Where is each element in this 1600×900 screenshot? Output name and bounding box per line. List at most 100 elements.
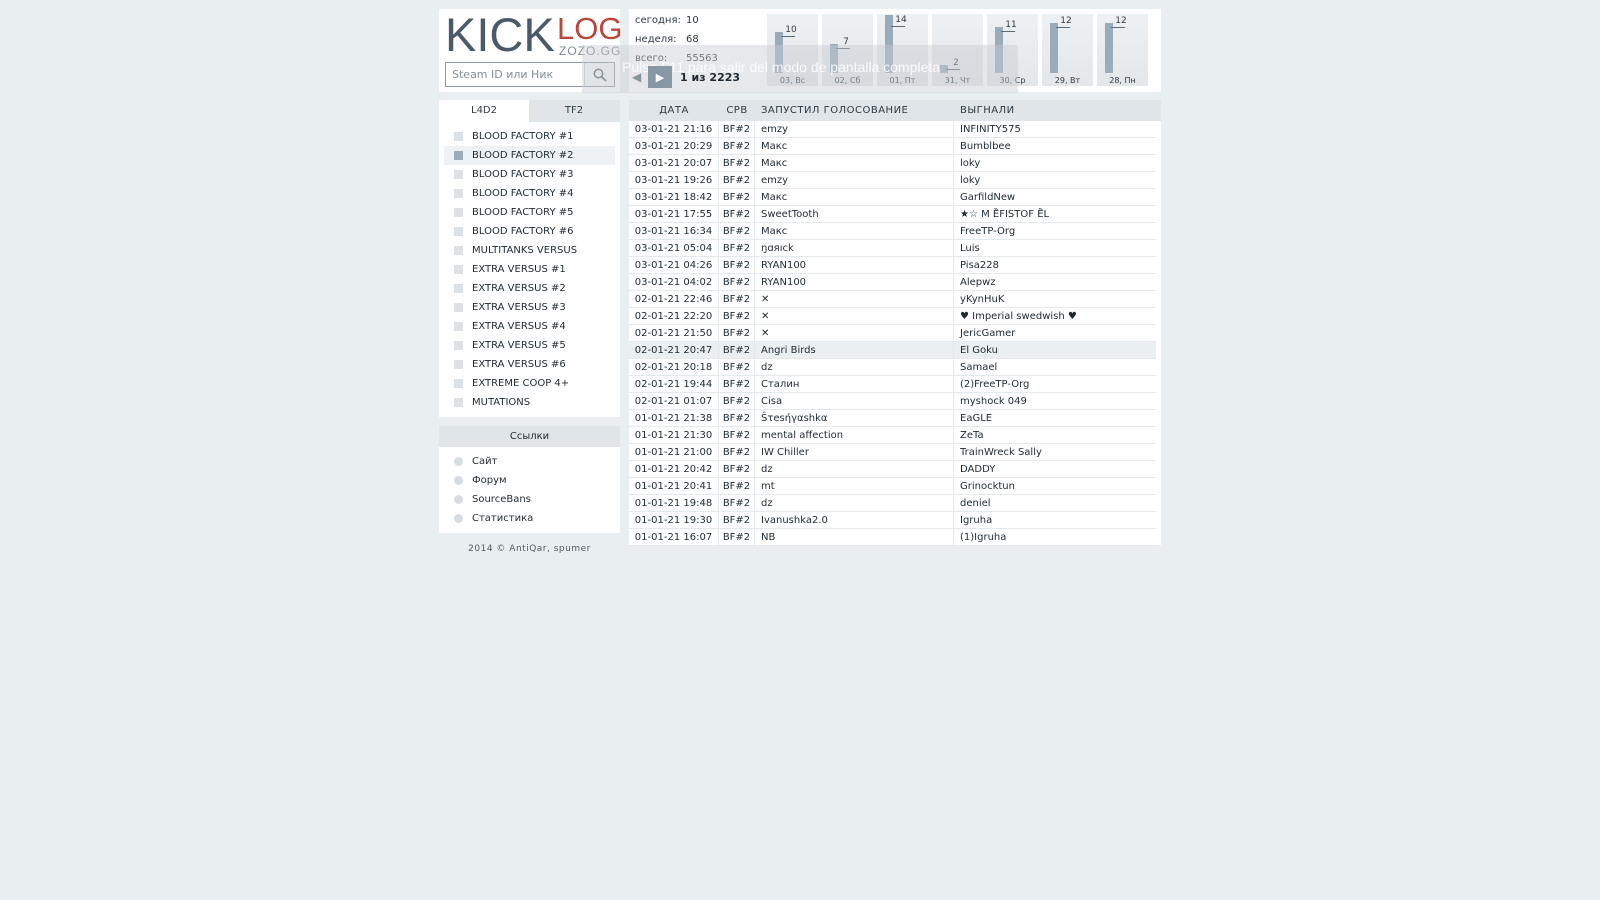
prev-icon[interactable]: ◀ [632,70,648,84]
cell-initiator[interactable]: Ŝτesήγαshkα [755,410,954,426]
table-row[interactable]: 02-01-21 20:18 BF#2 dz Samael [629,359,1156,376]
table-row[interactable]: 02-01-21 01:07 BF#2 Cisa myshock 049 [629,393,1156,410]
cell-initiator[interactable]: SweetTooth [755,206,954,222]
cell-initiator[interactable]: dz [755,359,954,375]
cell-kicked[interactable]: EaGLE [954,410,1154,426]
cell-initiator[interactable]: dz [755,495,954,511]
link-item[interactable]: SourceBans [439,490,620,509]
cell-kicked[interactable]: Grinocktun [954,478,1154,494]
cell-kicked[interactable]: deniel [954,495,1154,511]
table-row[interactable]: 02-01-21 21:50 BF#2 ✕ JericGamer [629,325,1156,342]
cell-initiator[interactable]: emzy [755,172,954,188]
cell-kicked[interactable]: Samael [954,359,1154,375]
table-row[interactable]: 03-01-21 20:29 BF#2 Макс Bumblbee [629,138,1156,155]
table-row[interactable]: 03-01-21 20:07 BF#2 Макс loky [629,155,1156,172]
table-row[interactable]: 02-01-21 19:44 BF#2 Сталин (2)FreeTP-Org [629,376,1156,393]
cell-initiator[interactable]: Сталин [755,376,954,392]
sidebar-item-server[interactable]: EXTRA VERSUS #2 [444,279,615,298]
col-kicked[interactable]: ВЫГНАЛИ [954,100,1154,121]
sidebar-item-server[interactable]: BLOOD FACTORY #3 [444,165,615,184]
cell-initiator[interactable]: Макс [755,138,954,154]
cell-kicked[interactable]: Bumblbee [954,138,1154,154]
sidebar-item-server[interactable]: EXTRA VERSUS #6 [444,355,615,374]
cell-kicked[interactable]: myshock 049 [954,393,1154,409]
cell-initiator[interactable]: Макс [755,155,954,171]
sidebar-item-server[interactable]: BLOOD FACTORY #6 [444,222,615,241]
cell-kicked[interactable]: El Goku [954,342,1154,358]
sidebar-item-server[interactable]: MUTATIONS [444,393,615,412]
cell-initiator[interactable]: Cisa [755,393,954,409]
cell-kicked[interactable]: loky [954,172,1154,188]
link-item[interactable]: Форум [439,471,620,490]
cell-initiator[interactable]: Макс [755,223,954,239]
cell-initiator[interactable]: ✕ [755,291,954,307]
cell-kicked[interactable]: Igruha [954,512,1154,528]
table-row[interactable]: 03-01-21 16:34 BF#2 Макс FreeTP-Org [629,223,1156,240]
cell-kicked[interactable]: Luis [954,240,1154,256]
cell-kicked[interactable]: ★☆ Μ Ȅ̈FISTOF Ȅ̈L [954,206,1154,222]
cell-initiator[interactable]: RYAN100 [755,274,954,290]
col-date[interactable]: ДАТА [629,100,719,121]
table-row[interactable]: 01-01-21 21:30 BF#2 mental affection ZeTa [629,427,1156,444]
cell-initiator[interactable]: Макс [755,189,954,205]
cell-kicked[interactable]: GarfildNew [954,189,1154,205]
cell-initiator[interactable]: mental affection [755,427,954,443]
table-row[interactable]: 01-01-21 16:07 BF#2 NB (1)Igruha [629,529,1156,546]
cell-kicked[interactable]: Pisa228 [954,257,1154,273]
sidebar-item-server[interactable]: BLOOD FACTORY #1 [444,127,615,146]
table-row[interactable]: 01-01-21 20:41 BF#2 mt Grinocktun [629,478,1156,495]
table-row[interactable]: 03-01-21 04:26 BF#2 RYAN100 Pisa228 [629,257,1156,274]
cell-kicked[interactable]: FreeTP-Org [954,223,1154,239]
table-row[interactable]: 01-01-21 19:48 BF#2 dz deniel [629,495,1156,512]
sidebar-item-server[interactable]: EXTREME COOP 4+ [444,374,615,393]
link-item[interactable]: Статистика [439,509,620,528]
cell-initiator[interactable]: RYAN100 [755,257,954,273]
table-row[interactable]: 02-01-21 22:46 BF#2 ✕ yKynHuK [629,291,1156,308]
link-item[interactable]: Сайт [439,452,620,471]
table-row[interactable]: 03-01-21 21:16 BF#2 emzy INFINITY575 [629,121,1156,138]
cell-initiator[interactable]: NB [755,529,954,545]
sidebar-item-server[interactable]: MULTITANKS VERSUS [444,241,615,260]
search-input[interactable] [446,63,584,86]
cell-initiator[interactable]: Angri Birds [755,342,954,358]
cell-kicked[interactable]: ♥ Imperial swedwish ♥ [954,308,1154,324]
sidebar-item-server[interactable]: BLOOD FACTORY #5 [444,203,615,222]
cell-initiator[interactable]: ✕ [755,308,954,324]
tab-l4d2[interactable]: L4D2 [439,100,529,122]
sidebar-item-server[interactable]: EXTRA VERSUS #4 [444,317,615,336]
cell-kicked[interactable]: TrainWreck Sally [954,444,1154,460]
tab-tf2[interactable]: TF2 [529,100,619,122]
play-button[interactable]: ▶ [648,66,672,88]
sidebar-item-server[interactable]: EXTRA VERSUS #5 [444,336,615,355]
sidebar-item-server[interactable]: BLOOD FACTORY #2 [444,146,615,165]
table-row[interactable]: 03-01-21 05:04 BF#2 ŋɑяıck Luis [629,240,1156,257]
table-row[interactable]: 01-01-21 21:00 BF#2 IW Chiller TrainWreck S… [629,444,1156,461]
cell-kicked[interactable]: JericGamer [954,325,1154,341]
cell-kicked[interactable]: loky [954,155,1154,171]
table-row[interactable]: 01-01-21 19:30 BF#2 Ivanushka2.0 Igruha [629,512,1156,529]
cell-kicked[interactable]: Alepwz [954,274,1154,290]
cell-initiator[interactable]: ŋɑяıck [755,240,954,256]
cell-initiator[interactable]: mt [755,478,954,494]
table-row[interactable]: 01-01-21 21:38 BF#2 Ŝτesήγαshkα EaGLE [629,410,1156,427]
table-row[interactable]: 03-01-21 18:42 BF#2 Макс GarfildNew [629,189,1156,206]
table-row[interactable]: 02-01-21 22:20 BF#2 ✕ ♥ Imperial swedwish ♥ [629,308,1156,325]
table-row[interactable]: 01-01-21 20:42 BF#2 dz DADDY [629,461,1156,478]
cell-kicked[interactable]: DADDY [954,461,1154,477]
cell-kicked[interactable]: yKynHuK [954,291,1154,307]
cell-kicked[interactable]: (1)Igruha [954,529,1154,545]
sidebar-item-server[interactable]: BLOOD FACTORY #4 [444,184,615,203]
cell-initiator[interactable]: IW Chiller [755,444,954,460]
sidebar-item-server[interactable]: EXTRA VERSUS #1 [444,260,615,279]
table-row[interactable]: 03-01-21 04:02 BF#2 RYAN100 Alepwz [629,274,1156,291]
cell-initiator[interactable]: ✕ [755,325,954,341]
cell-kicked[interactable]: INFINITY575 [954,121,1154,137]
table-row[interactable]: 03-01-21 19:26 BF#2 emzy loky [629,172,1156,189]
cell-initiator[interactable]: dz [755,461,954,477]
col-initiator[interactable]: ЗАПУСТИЛ ГОЛОСОВАНИЕ [755,100,954,121]
cell-kicked[interactable]: (2)FreeTP-Org [954,376,1154,392]
col-server[interactable]: СРВ [719,100,755,121]
cell-initiator[interactable]: Ivanushka2.0 [755,512,954,528]
table-row[interactable]: 02-01-21 20:47 BF#2 Angri Birds El Goku [629,342,1156,359]
sidebar-item-server[interactable]: EXTRA VERSUS #3 [444,298,615,317]
